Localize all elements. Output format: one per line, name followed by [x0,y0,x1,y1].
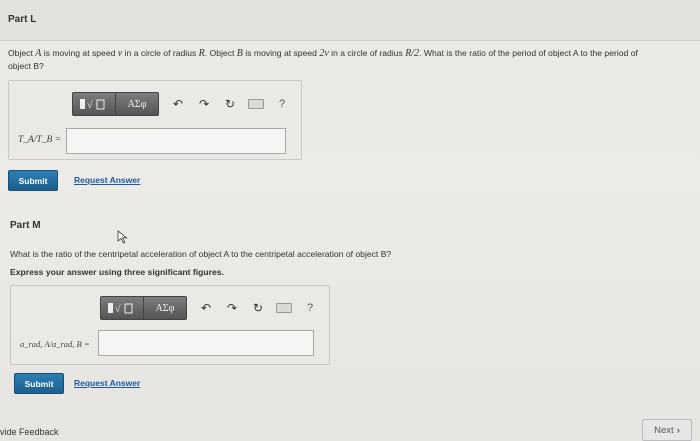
part-m-title: Part M [10,220,41,231]
part-l-submit-button[interactable]: Submit [8,170,58,191]
part-l-title: Part L [8,14,37,25]
mouse-cursor-icon [117,230,128,244]
greek-icon[interactable]: ΑΣφ [144,296,187,320]
undo-icon[interactable]: ↶ [193,297,219,319]
help-icon[interactable]: ? [269,93,295,115]
part-m-submit-button[interactable]: Submit [14,373,64,394]
part-l-question: Object A is moving at speed v in a circl… [8,48,638,71]
undo-icon[interactable]: ↶ [165,93,191,115]
reset-icon[interactable]: ↻ [245,297,271,319]
redo-icon[interactable]: ↷ [219,297,245,319]
part-l-answer-input[interactable] [66,128,286,154]
next-label: Next [654,424,674,436]
part-l-toolbar: √ ΑΣφ ↶ ↷ ↻ ? [72,92,295,116]
part-m-question: What is the ratio of the centripetal acc… [10,249,392,259]
keyboard-icon[interactable] [271,297,297,319]
part-l-answer-label: T_A/T_B = [18,135,62,145]
chevron-right-icon: › [676,424,680,436]
help-icon[interactable]: ? [297,297,323,319]
header-band [0,0,700,41]
svg-text:√: √ [115,304,121,315]
part-l-request-answer-link[interactable]: Request Answer [74,175,140,185]
reset-icon[interactable]: ↻ [217,93,243,115]
greek-icon[interactable]: ΑΣφ [116,92,159,116]
part-m-answer-input[interactable] [98,330,314,356]
templates-icon[interactable]: √ [72,92,116,116]
templates-icon[interactable]: √ [100,296,144,320]
part-m-instruction: Express your answer using three signific… [10,267,224,277]
next-button[interactable]: Next › [642,419,692,441]
keyboard-icon[interactable] [243,93,269,115]
part-m-toolbar: √ ΑΣφ ↶ ↷ ↻ ? [100,296,323,320]
provide-feedback-link[interactable]: vide Feedback [0,427,59,437]
redo-icon[interactable]: ↷ [191,93,217,115]
svg-text:√: √ [87,100,93,111]
part-m-request-answer-link[interactable]: Request Answer [74,378,140,388]
part-m-answer-label: a_rad, A/a_rad, B = [20,339,90,349]
